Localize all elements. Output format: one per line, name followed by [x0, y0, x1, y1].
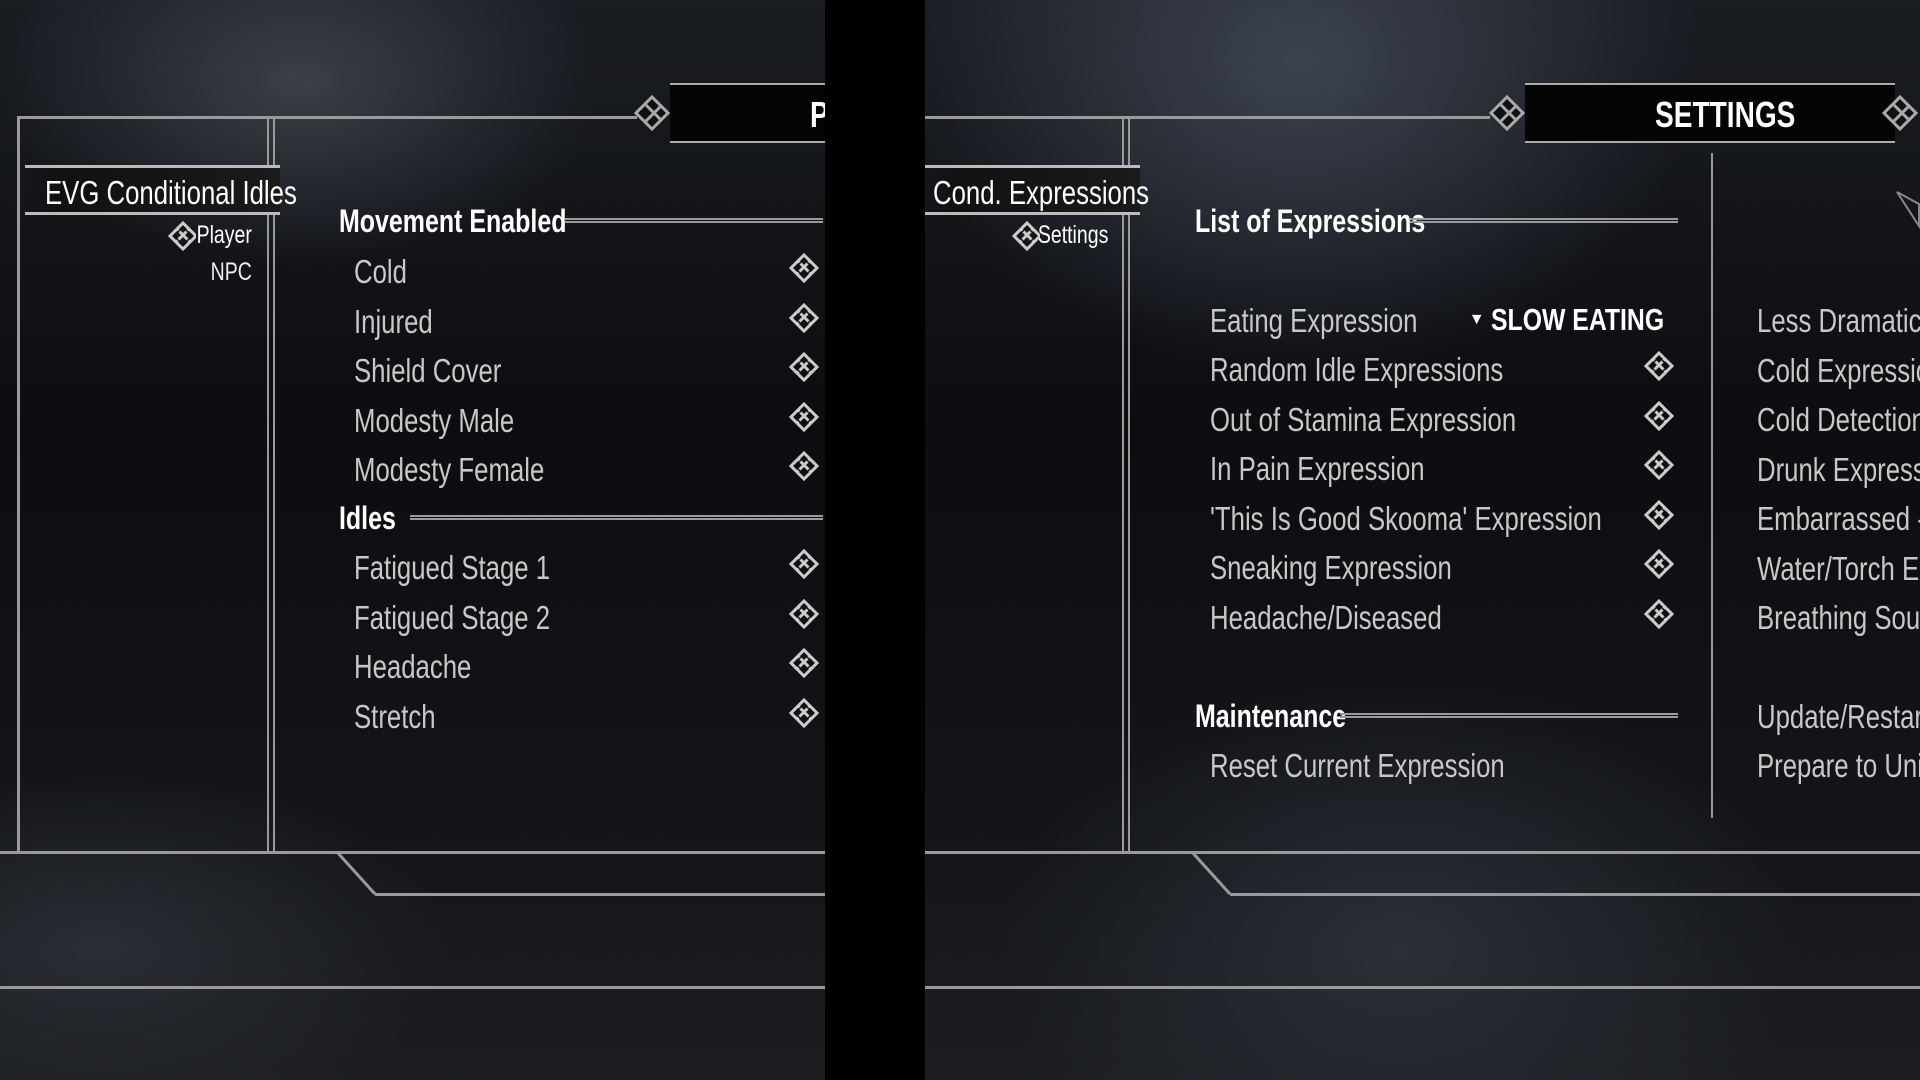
knot-toggle-icon[interactable]	[787, 303, 821, 337]
knot-toggle-icon[interactable]	[1642, 450, 1676, 484]
dropdown-arrow-icon: ▼	[1468, 311, 1485, 328]
option-label[interactable]: 'This Is Good Skooma' Expression	[1210, 502, 1602, 535]
section-header: Maintenance	[1195, 698, 1347, 734]
option-label[interactable]: Headache/Diseased	[1210, 601, 1442, 634]
page-banner: P	[670, 83, 829, 143]
mod-tab-evg-conditional-idles[interactable]: EVG Conditional Idles	[25, 165, 297, 215]
option-label[interactable]: Modesty Male	[354, 404, 514, 437]
knot-toggle-icon[interactable]	[1642, 351, 1676, 385]
option-label[interactable]: Shield Cover	[354, 354, 501, 387]
eating-expression-dropdown[interactable]: ▼ SLOW EATING	[1469, 302, 1675, 338]
option-label[interactable]: Injured	[354, 305, 433, 338]
cursor-arrow-icon	[1896, 191, 1920, 230]
selected-page-icon	[1012, 221, 1040, 251]
knot-toggle-icon[interactable]	[1642, 500, 1676, 534]
option-label[interactable]: Less Dramatic Co	[1757, 304, 1920, 337]
page-npc[interactable]: NPC	[211, 260, 252, 285]
knot-toggle-icon[interactable]	[1642, 549, 1676, 583]
section-header: Idles	[339, 500, 396, 536]
knot-toggle-icon[interactable]	[787, 253, 821, 287]
knot-toggle-icon[interactable]	[787, 648, 821, 682]
option-label[interactable]: Sneaking Expression	[1210, 551, 1452, 584]
option-label[interactable]: Fatigued Stage 2	[354, 601, 550, 634]
knot-toggle-icon[interactable]	[787, 599, 821, 633]
option-label[interactable]: Stretch	[354, 700, 436, 733]
update-restart-button[interactable]: Update/Restart	[1757, 700, 1920, 733]
eating-expression-label[interactable]: Eating Expression	[1210, 304, 1417, 337]
option-label[interactable]: Random Idle Expressions	[1210, 353, 1503, 386]
option-label[interactable]: Cold Expression	[1757, 354, 1920, 387]
option-label[interactable]: Drunk Expression	[1757, 453, 1920, 486]
prepare-uninstall-button[interactable]: Prepare to Uninst	[1757, 749, 1920, 782]
option-label[interactable]: Cold	[354, 255, 407, 288]
page-banner: SETTINGS	[1525, 83, 1895, 143]
knot-ornament-icon	[1881, 95, 1919, 131]
option-label[interactable]: In Pain Expression	[1210, 452, 1425, 485]
knot-ornament-icon	[1488, 95, 1526, 131]
page-player[interactable]: Player	[197, 223, 252, 248]
knot-toggle-icon[interactable]	[787, 549, 821, 583]
option-label[interactable]: Headache	[354, 650, 471, 683]
page-settings[interactable]: Settings	[1038, 223, 1108, 248]
option-label[interactable]: Breathing Sounds	[1757, 601, 1920, 634]
option-label[interactable]: Embarrassed - No	[1757, 502, 1920, 535]
option-label[interactable]: Water/Torch Exp	[1757, 552, 1920, 585]
option-label[interactable]: Out of Stamina Expression	[1210, 403, 1516, 436]
knot-toggle-icon[interactable]	[1642, 401, 1676, 435]
option-label[interactable]: Fatigued Stage 1	[354, 551, 550, 584]
knot-ornament-icon	[633, 95, 671, 131]
section-header: Movement Enabled	[339, 203, 567, 239]
knot-toggle-icon[interactable]	[787, 451, 821, 485]
reset-current-expression-button[interactable]: Reset Current Expression	[1210, 749, 1505, 782]
knot-toggle-icon[interactable]	[787, 698, 821, 732]
selected-page-icon	[168, 221, 196, 251]
knot-toggle-icon[interactable]	[1642, 599, 1676, 633]
knot-toggle-icon[interactable]	[787, 402, 821, 436]
section-header: List of Expressions	[1195, 203, 1426, 239]
knot-toggle-icon[interactable]	[787, 352, 821, 386]
option-label[interactable]: Cold Detection	[1757, 403, 1920, 436]
option-label[interactable]: Modesty Female	[354, 453, 544, 486]
split-divider	[825, 0, 925, 1080]
mod-tab-cond-expressions[interactable]: Cond. Expressions	[925, 165, 1149, 215]
banner-title: SETTINGS	[1655, 94, 1796, 135]
